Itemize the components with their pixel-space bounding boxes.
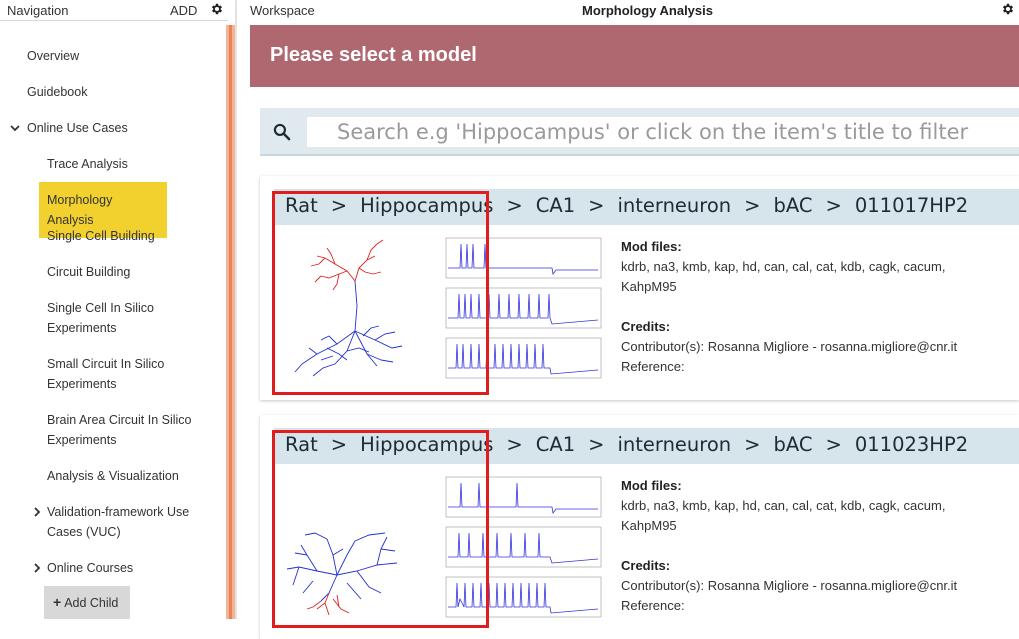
model-card[interactable]: Rat > Hippocampus > CA1 > interneuron > bAC >0110… <box>260 415 1019 639</box>
nav-item-small-circuit-in-silico[interactable]: Small Circuit In Silico Experiments <box>47 354 197 394</box>
chevron-down-icon[interactable] <box>10 123 20 133</box>
search-bar <box>260 108 1019 156</box>
credits-label: Credits: <box>621 558 671 573</box>
highlight-box <box>272 191 489 395</box>
mod-files-label: Mod files: <box>621 239 682 254</box>
mod-files-list: kdrb, na3, kmb, kap, hd, can, cal, cat, … <box>621 259 946 274</box>
nav-item-overview[interactable]: Overview <box>27 46 79 66</box>
select-model-banner: Please select a model <box>250 25 1019 87</box>
panel-splitter[interactable] <box>226 25 235 619</box>
search-icon[interactable] <box>272 122 292 142</box>
mod-files-label: Mod files: <box>621 478 682 493</box>
nav-item-online-courses[interactable]: Online Courses <box>47 558 197 578</box>
banner-text: Please select a model <box>270 44 477 66</box>
add-button[interactable]: ADD <box>170 3 197 18</box>
gear-icon[interactable] <box>210 2 224 16</box>
mod-files-list-cont: KahpM95 <box>621 279 677 294</box>
page-title: Morphology Analysis <box>582 3 713 18</box>
navigation-header: Navigation ADD <box>0 0 228 21</box>
navigation-panel: Navigation ADD Overview Guidebook Online… <box>0 0 228 619</box>
nav-item-analysis-visualization[interactable]: Analysis & Visualization <box>47 466 197 486</box>
reference-text: Reference: <box>621 359 685 374</box>
highlight-box <box>272 430 489 628</box>
model-card[interactable]: Rat > Hippocampus > CA1 > interneuron > bAC >0110… <box>260 176 1019 400</box>
breadcrumb-item[interactable]: bAC <box>774 433 813 456</box>
nav-item-guidebook[interactable]: Guidebook <box>27 82 87 102</box>
breadcrumb-item[interactable]: interneuron <box>617 433 731 456</box>
nav-item-circuit-building[interactable]: Circuit Building <box>47 262 197 282</box>
breadcrumb-item[interactable]: 011023HP2 <box>855 433 968 456</box>
nav-item-trace-analysis[interactable]: Trace Analysis <box>47 154 197 174</box>
reference-text: Reference: <box>621 598 685 613</box>
breadcrumb-item[interactable]: CA1 <box>536 194 575 217</box>
contributor-text: Contributor(s): Rosanna Migliore - rosan… <box>621 339 958 354</box>
add-child-label: Add Child <box>64 596 119 610</box>
contributor-text: Contributor(s): Rosanna Migliore - rosan… <box>621 578 958 593</box>
breadcrumb-item[interactable]: CA1 <box>536 433 575 456</box>
breadcrumb-item[interactable]: 011017HP2 <box>855 194 968 217</box>
search-input[interactable] <box>307 117 1019 147</box>
add-child-button[interactable]: + Add Child <box>44 586 130 619</box>
breadcrumb-item[interactable]: bAC <box>774 194 813 217</box>
nav-item-validation-framework[interactable]: Validation-framework Use Cases (VUC) <box>47 502 207 542</box>
workspace-title: Workspace <box>250 3 315 18</box>
nav-item-single-cell-building[interactable]: Single Cell Building <box>47 226 197 246</box>
credits-label: Credits: <box>621 319 671 334</box>
model-info: Mod files: kdrb, na3, kmb, kap, hd, can,… <box>621 237 1019 377</box>
workspace-panel: Workspace Morphology Analysis Please sel… <box>237 0 1019 639</box>
chevron-right-icon[interactable] <box>32 563 42 573</box>
nav-item-brain-area-circuit[interactable]: Brain Area Circuit In Silico Experiments <box>47 410 197 450</box>
mod-files-list-cont: KahpM95 <box>621 518 677 533</box>
nav-item-single-cell-in-silico[interactable]: Single Cell In Silico Experiments <box>47 298 197 338</box>
gear-icon[interactable] <box>1001 2 1015 16</box>
mod-files-list: kdrb, na3, kmb, kap, hd, can, cal, cat, … <box>621 498 946 513</box>
navigation-title: Navigation <box>7 3 69 18</box>
model-info: Mod files: kdrb, na3, kmb, kap, hd, can,… <box>621 476 1019 616</box>
nav-item-online-use-cases[interactable]: Online Use Cases <box>27 118 128 138</box>
workspace-header: Workspace Morphology Analysis <box>237 0 1019 21</box>
chevron-right-icon[interactable] <box>32 507 42 517</box>
plus-icon: + <box>53 594 62 610</box>
breadcrumb-item[interactable]: interneuron <box>617 194 731 217</box>
